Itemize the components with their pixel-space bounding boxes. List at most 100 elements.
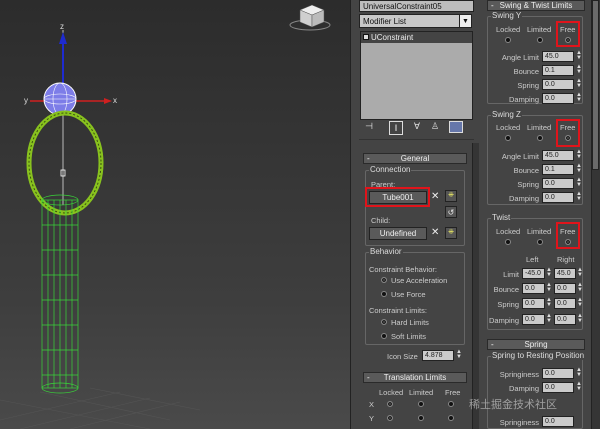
twist-right-label: Right [557, 255, 575, 264]
twist-damping-right-spinner[interactable]: ▲ ▼ [576, 313, 584, 325]
swing-z-locked-radio[interactable] [505, 135, 511, 141]
springiness-field[interactable]: 0.0 [542, 368, 574, 379]
swing-y-spring-spinner[interactable]: ▲ ▼ [575, 78, 583, 90]
swing-y-damping-field[interactable]: 0.0 [542, 93, 574, 104]
swing-z-damping-spinner[interactable]: ▲ ▼ [575, 191, 583, 203]
twist-bounce-right-spinner[interactable]: ▲ ▼ [576, 282, 584, 294]
use-acceleration-label: Use Acceleration [391, 276, 448, 285]
right-scrollbar-thumb[interactable] [592, 0, 599, 170]
twist-bounce-left-spinner[interactable]: ▲ ▼ [545, 282, 553, 294]
twist-spring-right-spinner[interactable]: ▲ ▼ [576, 297, 584, 309]
swing-y-damping-spinner[interactable]: ▲ ▼ [575, 92, 583, 104]
swing-y-limited-radio[interactable] [537, 37, 543, 43]
twist-damping-left-field[interactable]: 0.0 [522, 314, 545, 325]
swing-z-spring-spinner[interactable]: ▲ ▼ [575, 177, 583, 189]
swing-y-bounce-spinner[interactable]: ▲ ▼ [575, 64, 583, 76]
child-link-icon[interactable]: ⁜ [445, 227, 457, 239]
twist-limit-left-spinner[interactable]: ▲ ▼ [545, 267, 553, 279]
translation-y-limited-radio[interactable] [418, 415, 424, 421]
viewport-3d[interactable]: x y z [0, 0, 350, 429]
twist-bounce-right-field[interactable]: 0.0 [554, 283, 576, 294]
swing-z-bounce-spinner[interactable]: ▲ ▼ [575, 163, 583, 175]
remove-modifier-icon[interactable]: ♙ [429, 121, 441, 133]
twist-locked-radio[interactable] [505, 239, 511, 245]
x-axis-label: x [113, 96, 117, 105]
spring-resting-label: Spring to Resting Position [491, 351, 586, 360]
use-force-radio[interactable] [381, 291, 387, 297]
twist-left-label: Left [526, 255, 539, 264]
swing-z-damping-field[interactable]: 0.0 [542, 192, 574, 203]
view-cube [289, 4, 331, 31]
icon-size-spinner[interactable]: ▲ ▼ [455, 349, 463, 361]
swing-z-spring-field[interactable]: 0.0 [542, 178, 574, 189]
twist-limited-label: Limited [527, 227, 552, 236]
translation-x-limited-radio[interactable] [418, 401, 424, 407]
swing-z-bounce-field[interactable]: 0.1 [542, 164, 574, 175]
scene-wireframe [0, 4, 331, 429]
use-acceleration-radio[interactable] [381, 277, 387, 283]
child-pick-button[interactable]: Undefined [369, 227, 427, 240]
stack-item-uconstraint[interactable]: UConstraint [361, 32, 472, 43]
use-force-label: Use Force [391, 290, 426, 299]
springiness-spinner[interactable]: ▲ ▼ [575, 367, 583, 379]
swing-twist-rollout-header[interactable]: - Swing & Twist Limits [487, 0, 585, 11]
configure-modifier-sets-icon[interactable] [449, 121, 463, 133]
modifier-stack[interactable]: UConstraint [360, 31, 473, 120]
pin-stack-icon[interactable]: ⊣ [363, 121, 375, 133]
swing-z-angle-limit-field[interactable]: 45.0 [542, 150, 574, 161]
swing-y-locked-radio[interactable] [505, 37, 511, 43]
twist-spring-left-field[interactable]: 0.0 [522, 298, 545, 309]
dropdown-arrow-icon[interactable]: ▼ [459, 14, 472, 28]
twist-bounce-left-field[interactable]: 0.0 [522, 283, 545, 294]
swing-z-angle-spinner[interactable]: ▲ ▼ [575, 149, 583, 161]
twist-limit-right-spinner[interactable]: ▲ ▼ [576, 267, 584, 279]
translation-y-free-radio[interactable] [448, 415, 454, 421]
y-axis-label: y [24, 96, 28, 105]
modifier-list-dropdown[interactable]: Modifier List [359, 14, 472, 28]
parent-highlight-box [365, 187, 430, 207]
spring-rollout-header[interactable]: - Spring [487, 339, 585, 350]
spring-damping-field[interactable]: 0.0 [542, 382, 574, 393]
swing-y-angle-spinner[interactable]: ▲ ▼ [575, 50, 583, 62]
swing-z-spring-label: Spring [517, 180, 539, 189]
twist-free-highlight [556, 222, 580, 249]
object-name-field[interactable]: UniversalConstraint05 [359, 0, 474, 12]
twist-spring-left-spinner[interactable]: ▲ ▼ [545, 297, 553, 309]
twist-limit-label: Limit [503, 270, 519, 279]
swing-y-bounce-field[interactable]: 0.1 [542, 65, 574, 76]
make-unique-icon[interactable]: ∀ [411, 121, 423, 133]
tube-wireframe [41, 194, 79, 394]
springiness-2-field[interactable]: 0.0 [542, 416, 574, 427]
springiness-label: Springiness [499, 370, 539, 379]
swing-y-locked-label: Locked [496, 25, 521, 34]
translation-y-locked-radio[interactable] [387, 415, 393, 421]
swing-z-limited-radio[interactable] [537, 135, 543, 141]
twist-spring-right-field[interactable]: 0.0 [554, 298, 576, 309]
translation-x-locked-radio[interactable] [387, 401, 393, 407]
stack-item-toggle-icon[interactable] [363, 34, 369, 40]
swing-y-angle-limit-field[interactable]: 45.0 [542, 51, 574, 62]
parent-link-icon[interactable]: ⁜ [445, 190, 457, 202]
swing-z-bounce-label: Bounce [513, 166, 539, 175]
soft-limits-radio[interactable] [381, 333, 387, 339]
parent-clear-icon[interactable]: ✕ [431, 192, 441, 202]
twist-damping-right-field[interactable]: 0.0 [554, 314, 576, 325]
twist-limit-right-field[interactable]: 45.0 [554, 268, 576, 279]
twist-limited-radio[interactable] [537, 239, 543, 245]
left-panel-scrollbar[interactable] [472, 143, 479, 429]
child-clear-icon[interactable]: ✕ [431, 228, 441, 238]
swing-z-free-highlight [556, 119, 580, 147]
translation-limits-rollout-header[interactable]: - Translation Limits [363, 372, 467, 383]
translation-locked-label: Locked [379, 388, 404, 397]
translation-x-free-radio[interactable] [448, 401, 454, 407]
swap-icon[interactable]: ↺ [445, 206, 457, 218]
twist-limit-left-field[interactable]: -45.0 [522, 268, 545, 279]
show-end-result-icon[interactable]: I [389, 121, 403, 135]
icon-size-label: Icon Size [387, 352, 418, 361]
hard-limits-radio[interactable] [381, 319, 387, 325]
swing-y-spring-field[interactable]: 0.0 [542, 79, 574, 90]
general-rollout-header[interactable]: - General [363, 153, 467, 164]
spring-damping-spinner[interactable]: ▲ ▼ [575, 381, 583, 393]
twist-damping-left-spinner[interactable]: ▲ ▼ [545, 313, 553, 325]
icon-size-field[interactable]: 4.878 [422, 350, 454, 361]
